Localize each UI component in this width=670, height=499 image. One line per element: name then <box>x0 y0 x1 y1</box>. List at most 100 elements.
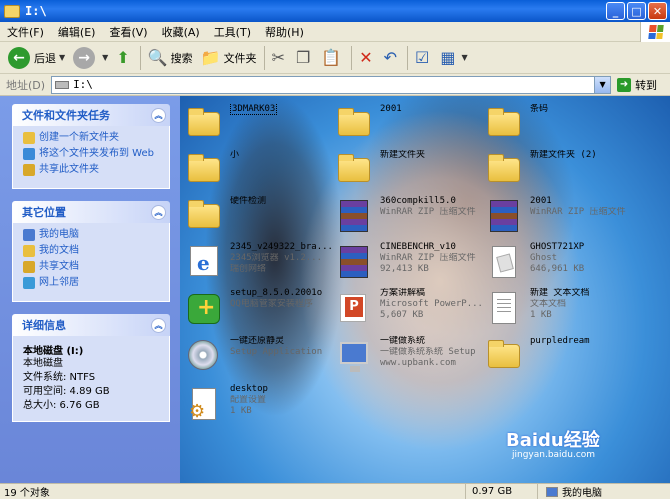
drive-free-space: 可用空间: 4.89 GB <box>23 386 110 397</box>
network-icon <box>23 277 35 289</box>
powerpoint-icon <box>340 294 366 322</box>
file-item[interactable]: 条码 <box>486 102 636 148</box>
file-item[interactable]: 360compkill5.0 WinRAR ZIP 压缩文件 <box>336 194 486 240</box>
forward-dropdown-icon[interactable]: ▼ <box>102 53 108 62</box>
menu-tools[interactable]: 工具(T) <box>207 24 258 40</box>
place-my-documents[interactable]: 我的文档 <box>23 245 161 257</box>
back-dropdown-icon[interactable]: ▼ <box>59 53 65 62</box>
search-button[interactable]: 🔍 搜索 <box>144 44 197 72</box>
delete-button[interactable]: ✕ <box>355 44 379 72</box>
up-folder-button[interactable]: ⬆ <box>112 44 136 72</box>
views-grid-icon: ▦ <box>440 48 456 67</box>
file-view[interactable]: 3DMARK03 2001 条码小 新建文件夹 新建文件夹 (2) 硬件检测 360comp… <box>180 96 670 483</box>
task-publish-web[interactable]: 将这个文件夹发布到 Web <box>23 148 161 160</box>
task-new-folder[interactable]: 创建一个新文件夹 <box>23 132 161 144</box>
file-name: 3DMARK03 <box>230 104 278 115</box>
views-button[interactable]: ▦ ▼ <box>436 44 471 72</box>
folders-button[interactable]: 📁 文件夹 <box>197 44 261 72</box>
title-bar[interactable]: I:\ _ □ ✕ <box>0 0 670 22</box>
menu-edit[interactable]: 编辑(E) <box>51 24 103 40</box>
file-type: 配置设置 <box>230 395 267 405</box>
cut-button[interactable]: ✂ <box>268 44 292 72</box>
file-item[interactable]: 2001 <box>336 102 486 148</box>
copy-icon: ❐ <box>295 48 311 67</box>
collapse-chevron-icon[interactable]: ︽ <box>151 317 166 333</box>
file-item[interactable]: 2001 WinRAR ZIP 压缩文件 <box>486 194 636 240</box>
menu-file[interactable]: 文件(F) <box>0 24 51 40</box>
file-name: 360compkill5.0 <box>380 196 456 206</box>
forward-button[interactable]: → ▼ <box>69 44 112 72</box>
file-name: 2001 <box>380 104 402 114</box>
file-size: 646,961 KB <box>530 264 585 274</box>
computer-setup-icon <box>340 342 368 372</box>
menu-favorites[interactable]: 收藏(A) <box>155 24 207 40</box>
file-item[interactable]: GHOST721XP Ghost 646,961 KB <box>486 240 636 286</box>
copy-button[interactable]: ❐ <box>292 44 317 72</box>
place-my-computer[interactable]: 我的电脑 <box>23 229 161 241</box>
file-item[interactable]: 一键还原静灵 Setup Application <box>186 334 336 380</box>
file-item[interactable]: setup_8.5.0.2001oQQ电脑管家安装程序 <box>186 286 336 332</box>
address-field[interactable]: ▼ <box>51 75 612 94</box>
menu-help[interactable]: 帮助(H) <box>258 24 311 40</box>
winrar-archive-icon <box>340 200 368 232</box>
go-button[interactable]: ➜ 转到 <box>617 77 657 93</box>
paste-button[interactable]: 📋 <box>317 44 348 72</box>
folder-icon <box>188 154 220 182</box>
share-folder-icon <box>23 164 35 176</box>
baidu-logo: Baidu经验 <box>506 430 600 451</box>
file-type: WinRAR ZIP 压缩文件 <box>380 207 476 217</box>
menu-view[interactable]: 查看(V) <box>102 24 154 40</box>
task-share-folder[interactable]: 共享此文件夹 <box>23 164 161 176</box>
maximize-button[interactable]: □ <box>627 2 646 20</box>
file-item[interactable]: 硬件检测 <box>186 194 336 240</box>
properties-button[interactable]: ☑ <box>411 44 436 72</box>
collapse-chevron-icon[interactable]: ︽ <box>151 204 166 220</box>
views-dropdown-icon[interactable]: ▼ <box>462 53 468 62</box>
file-name: CINEBENCHR_v10 <box>380 242 456 252</box>
new-folder-icon <box>23 132 35 144</box>
browser-installer-icon <box>190 246 218 276</box>
undo-button[interactable]: ↶ <box>380 44 404 72</box>
address-input[interactable] <box>73 78 594 91</box>
file-item[interactable]: CINEBENCHR_v10 WinRAR ZIP 压缩文件 92,413 KB <box>336 240 486 286</box>
minimize-button[interactable]: _ <box>606 2 625 20</box>
close-button[interactable]: ✕ <box>648 2 667 20</box>
menu-bar: 文件(F) 编辑(E) 查看(V) 收藏(A) 工具(T) 帮助(H) <box>0 22 670 42</box>
file-item[interactable]: purpledream <box>486 334 636 380</box>
file-type: 一键做系统系统 Setup <box>380 347 476 357</box>
place-network[interactable]: 网上邻居 <box>23 277 161 289</box>
collapse-chevron-icon[interactable]: ︽ <box>151 107 166 123</box>
folder-icon <box>488 340 520 368</box>
file-item[interactable]: 一键做系统 一键做系统系统 Setup www.upbank.com <box>336 334 486 380</box>
file-size: 1 KB <box>230 406 252 416</box>
address-bar: 地址(D) ▼ ➜ 转到 <box>0 74 670 96</box>
address-dropdown-icon[interactable]: ▼ <box>594 76 611 93</box>
other-places-header[interactable]: 其它位置 ︽ <box>12 201 170 223</box>
status-bar: 19 个对象 0.97 GB 我的电脑 <box>0 483 670 499</box>
drive-icon <box>55 80 70 89</box>
file-item[interactable]: desktop配置设置1 KB <box>186 382 336 428</box>
documents-icon <box>23 245 35 257</box>
back-button[interactable]: ← 后退 ▼ <box>4 44 69 72</box>
file-type: QQ电脑管家安装程序 <box>230 299 313 309</box>
config-settings-icon <box>189 388 216 422</box>
file-item[interactable]: 新建文件夹 (2) <box>486 148 636 194</box>
file-item[interactable]: 方案讲解稿Microsoft PowerP...5,607 KB <box>336 286 486 332</box>
file-item[interactable]: 新建 文本文档 文本文档 1 KB <box>486 286 636 332</box>
file-size: 92,413 KB <box>380 264 429 274</box>
undo-icon: ↶ <box>383 48 398 67</box>
file-name: purpledream <box>530 336 590 346</box>
file-item[interactable]: 新建文件夹 <box>336 148 486 194</box>
file-name: desktop <box>230 384 268 394</box>
baidu-url: jingyan.baidu.com <box>512 450 596 460</box>
file-item[interactable]: 3DMARK03 <box>186 102 336 148</box>
file-tasks-header[interactable]: 文件和文件夹任务 ︽ <box>12 104 170 126</box>
file-item[interactable]: 小 <box>186 148 336 194</box>
file-type: Ghost <box>530 253 558 263</box>
baidu-watermark: Baidu经验 jingyan.baidu.com <box>506 426 636 462</box>
details-header[interactable]: 详细信息 ︽ <box>12 314 170 336</box>
file-size: www.upbank.com <box>380 358 456 368</box>
file-item[interactable]: 2345_v249322_bra...2345浏览器 v1.2...瑞创网络 <box>186 240 336 286</box>
file-name: 一键做系统 <box>380 336 426 346</box>
place-shared-documents[interactable]: 共享文档 <box>23 261 161 273</box>
